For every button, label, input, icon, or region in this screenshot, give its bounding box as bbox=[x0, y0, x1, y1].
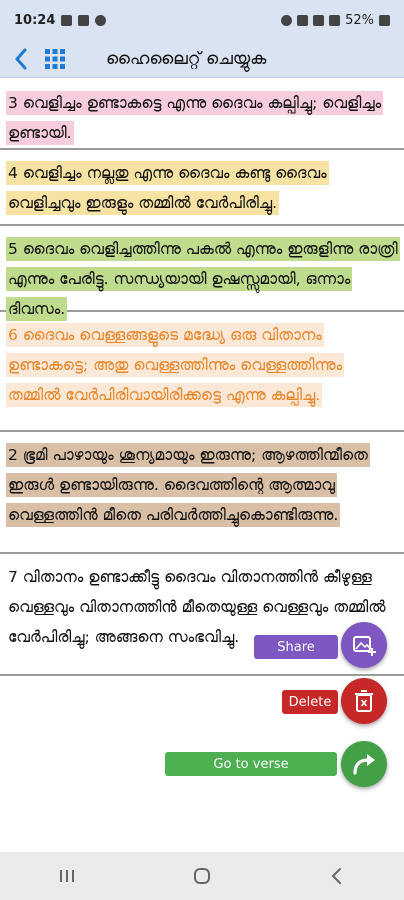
alarm-icon bbox=[281, 14, 293, 26]
verse-text: 3 വെളിച്ചം ഉണ്ടാകട്ടെ എന്നു ദൈവം കല്പിച്… bbox=[6, 91, 384, 145]
add-image-icon bbox=[353, 636, 376, 656]
list-item[interactable]: 7 വിതാനം ഉണ്ടാക്കീട്ടു ദൈവം വിതാനത്തിൻ ക… bbox=[0, 554, 404, 676]
page-title: ഹൈലൈറ്റ് ചെയ്യുക bbox=[106, 48, 267, 69]
status-left: 10:24 bbox=[14, 12, 107, 28]
battery-icon bbox=[379, 14, 390, 26]
battery-level: 52% bbox=[345, 12, 374, 28]
share-button[interactable] bbox=[341, 622, 387, 668]
status-right: 52% bbox=[281, 13, 390, 28]
chevron-left-icon[interactable] bbox=[8, 44, 34, 74]
list-item[interactable]: 4 വെളിച്ചം നല്ലതു എന്നു ദൈവം കണ്ടു ദൈവം … bbox=[0, 150, 404, 226]
verse-text: 4 വെളിച്ചം നല്ലതു എന്നു ദൈവം കണ്ടു ദൈവം … bbox=[6, 161, 329, 215]
recent-apps-icon[interactable] bbox=[47, 861, 87, 891]
status-bar: 10:24 52% bbox=[0, 0, 404, 40]
go-to-verse-button[interactable] bbox=[341, 741, 387, 787]
delete-label[interactable]: Delete bbox=[282, 690, 338, 714]
wifi-icon bbox=[313, 14, 325, 26]
list-item[interactable]: 2 ഭൂമി പാഴായും ശൂന്യമായും ഇരുന്നു; ആഴത്ത… bbox=[0, 432, 404, 554]
lock-icon bbox=[95, 14, 107, 26]
share-label[interactable]: Share bbox=[254, 635, 338, 659]
grid-icon[interactable] bbox=[40, 44, 70, 74]
verse-text: 5 ദൈവം വെളിച്ചത്തിന്നു പകൽ എന്നും ഇരുളിന… bbox=[6, 237, 400, 321]
verse-list: 3 വെളിച്ചം ഉണ്ടാകട്ടെ എന്നു ദൈവം കല്പിച്… bbox=[0, 80, 404, 676]
app-bar: ഹൈലൈറ്റ് ചെയ്യുക bbox=[0, 40, 404, 78]
list-item[interactable]: 6 ദൈവം വെള്ളങ്ങളുടെ മദ്ധ്യേ ഒരു വിതാനം ഉ… bbox=[0, 312, 404, 432]
status-time: 10:24 bbox=[14, 12, 56, 28]
list-item[interactable]: 5 ദൈവം വെളിച്ചത്തിന്നു പകൽ എന്നും ഇരുളിന… bbox=[0, 226, 404, 321]
m-icon bbox=[78, 14, 90, 26]
go-to-verse-label[interactable]: Go to verse bbox=[165, 752, 337, 776]
back-icon[interactable] bbox=[317, 861, 357, 891]
image-icon bbox=[61, 14, 73, 26]
delete-button[interactable] bbox=[341, 678, 387, 724]
mute-icon bbox=[297, 14, 309, 26]
list-item[interactable]: 3 വെളിച്ചം ഉണ്ടാകട്ടെ എന്നു ദൈവം കല്പിച്… bbox=[0, 80, 404, 150]
forward-arrow-icon bbox=[353, 754, 375, 775]
home-icon[interactable] bbox=[182, 861, 222, 891]
verse-text: 2 ഭൂമി പാഴായും ശൂന്യമായും ഇരുന്നു; ആഴത്ത… bbox=[6, 443, 370, 527]
system-nav-bar bbox=[0, 852, 404, 900]
signal-icon bbox=[329, 14, 341, 26]
trash-icon bbox=[355, 690, 373, 712]
verse-text: 6 ദൈവം വെള്ളങ്ങളുടെ മദ്ധ്യേ ഒരു വിതാനം ഉ… bbox=[6, 323, 345, 407]
